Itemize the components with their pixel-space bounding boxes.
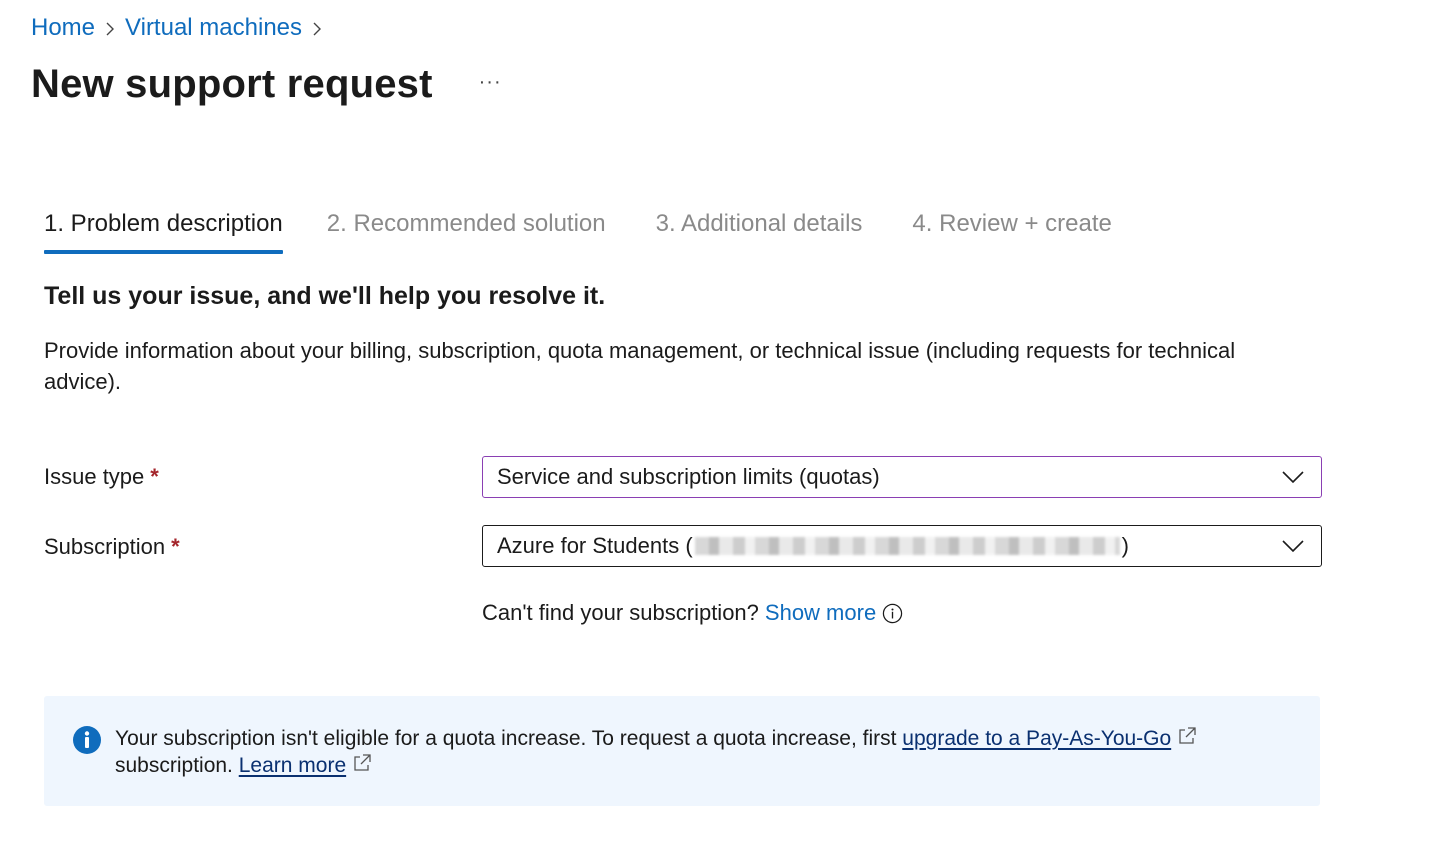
chevron-down-icon bbox=[1282, 471, 1304, 484]
hint-text: Can't find your subscription? bbox=[482, 600, 759, 625]
learn-more-link[interactable]: Learn more bbox=[239, 754, 346, 777]
subscription-label: Subscription * bbox=[44, 534, 180, 560]
external-link-icon bbox=[1179, 727, 1196, 744]
tab-review-create[interactable]: 4. Review + create bbox=[912, 210, 1111, 248]
issue-type-value: Service and subscription limits (quotas) bbox=[497, 464, 880, 489]
info-icon bbox=[73, 726, 101, 754]
more-options-button[interactable]: ··· bbox=[479, 71, 502, 94]
tab-recommended-solution[interactable]: 2. Recommended solution bbox=[327, 210, 606, 248]
chevron-down-icon bbox=[1282, 540, 1304, 553]
banner-message: Your subscription isn't eligible for a q… bbox=[115, 725, 1245, 779]
issue-type-dropdown[interactable]: Service and subscription limits (quotas) bbox=[482, 456, 1322, 498]
section-heading: Tell us your issue, and we'll help you r… bbox=[44, 282, 606, 310]
wizard-tabs: 1. Problem description 2. Recommended so… bbox=[44, 210, 1156, 254]
tab-problem-description[interactable]: 1. Problem description bbox=[44, 210, 283, 254]
banner-text-2: subscription. bbox=[115, 754, 239, 777]
chevron-right-icon bbox=[95, 14, 125, 42]
issue-type-label-text: Issue type bbox=[44, 464, 145, 489]
chevron-right-icon bbox=[302, 14, 332, 42]
required-indicator: * bbox=[150, 464, 159, 489]
redacted-subscription-id bbox=[694, 537, 1120, 555]
breadcrumb-home-link[interactable]: Home bbox=[31, 14, 95, 42]
subscription-dropdown[interactable]: Azure for Students ( ) bbox=[482, 525, 1322, 567]
subscription-value-prefix: Azure for Students ( bbox=[497, 533, 693, 558]
breadcrumb-virtual-machines-link[interactable]: Virtual machines bbox=[125, 14, 302, 42]
title-row: New support request ··· bbox=[31, 62, 502, 107]
subscription-value-suffix: ) bbox=[1121, 533, 1129, 558]
show-more-link[interactable]: Show more bbox=[765, 600, 876, 626]
required-indicator: * bbox=[171, 534, 180, 559]
banner-text-1: Your subscription isn't eligible for a q… bbox=[115, 727, 903, 750]
breadcrumb: Home Virtual machines bbox=[31, 14, 332, 42]
subscription-label-text: Subscription bbox=[44, 534, 166, 559]
external-link-icon bbox=[354, 754, 371, 771]
section-description: Provide information about your billing, … bbox=[44, 338, 1236, 394]
info-outline-icon[interactable] bbox=[882, 603, 903, 624]
page-title: New support request bbox=[31, 62, 433, 106]
tab-additional-details[interactable]: 3. Additional details bbox=[656, 210, 863, 248]
info-banner: Your subscription isn't eligible for a q… bbox=[44, 696, 1320, 806]
issue-type-label: Issue type * bbox=[44, 464, 159, 490]
subscription-hint: Can't find your subscription? Show more bbox=[482, 600, 903, 626]
upgrade-pay-as-you-go-link[interactable]: upgrade to a Pay-As-You-Go bbox=[902, 727, 1171, 750]
